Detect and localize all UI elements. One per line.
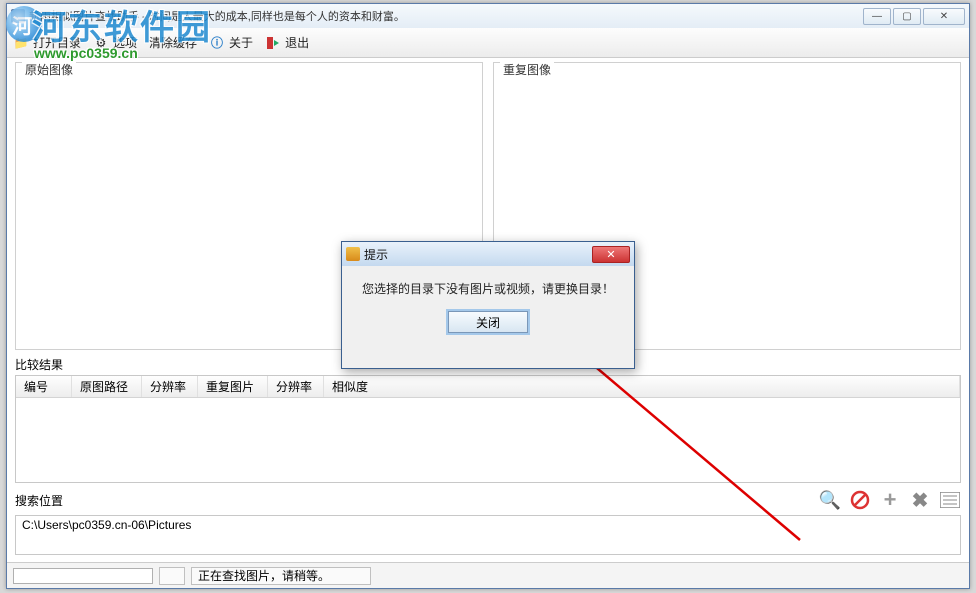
app-icon — [11, 9, 25, 23]
options-button[interactable]: ⚙ 选项 — [93, 34, 137, 51]
dialog-title-text: 提示 — [364, 246, 388, 263]
original-panel-label: 原始图像 — [22, 61, 76, 78]
col-resolution1[interactable]: 分辨率 — [142, 376, 198, 397]
window-title: 新雨相似图片查找助手 - 时间是人最大的成本,同样也是每个人的资本和财富。 — [29, 8, 863, 24]
dialog-icon — [346, 247, 360, 261]
info-icon: ⓘ — [209, 35, 225, 51]
col-index[interactable]: 编号 — [16, 376, 72, 397]
maximize-button[interactable]: ▢ — [893, 8, 921, 25]
progress-bar — [13, 568, 153, 584]
zoom-icon[interactable]: 🔍 — [819, 489, 841, 511]
col-similarity[interactable]: 相似度 — [324, 376, 960, 397]
add-icon[interactable]: + — [879, 489, 901, 511]
forbidden-icon[interactable] — [849, 489, 871, 511]
exit-button[interactable]: 退出 — [265, 34, 309, 51]
dialog-titlebar: 提示 ✕ — [342, 242, 634, 266]
toolbar: 📁 打开目录 ⚙ 选项 清除缓存 ⓘ 关于 退出 — [7, 28, 969, 58]
open-folder-label: 打开目录 — [33, 34, 81, 51]
statusbar: 正在查找图片，请稍等。 — [7, 562, 969, 588]
open-folder-button[interactable]: 📁 打开目录 — [13, 34, 81, 51]
col-resolution2[interactable]: 分辨率 — [268, 376, 324, 397]
results-table[interactable]: 编号 原图路径 分辨率 重复图片 分辨率 相似度 — [15, 375, 961, 483]
col-orig-path[interactable]: 原图路径 — [72, 376, 142, 397]
close-button[interactable]: ✕ — [923, 8, 965, 25]
about-button[interactable]: ⓘ 关于 — [209, 34, 253, 51]
prompt-dialog: 提示 ✕ 您选择的目录下没有图片或视频，请更换目录！ 关闭 — [341, 241, 635, 369]
search-location-label: 搜索位置 — [15, 492, 63, 509]
exit-label: 退出 — [285, 34, 309, 51]
list-icon[interactable] — [939, 489, 961, 511]
dialog-x-button[interactable]: ✕ — [592, 246, 630, 263]
dialog-message: 您选择的目录下没有图片或视频，请更换目录！ — [342, 266, 634, 305]
gear-icon: ⚙ — [93, 35, 109, 51]
col-dup-image[interactable]: 重复图片 — [198, 376, 268, 397]
clear-cache-button[interactable]: 清除缓存 — [149, 34, 197, 51]
status-text: 正在查找图片，请稍等。 — [191, 567, 371, 585]
search-path-item[interactable]: C:\Users\pc0359.cn-06\Pictures — [22, 518, 954, 532]
minimize-button[interactable]: — — [863, 8, 891, 25]
status-cell-1 — [159, 567, 185, 585]
about-label: 关于 — [229, 34, 253, 51]
duplicate-panel-label: 重复图像 — [500, 61, 554, 78]
exit-icon — [265, 35, 281, 51]
dialog-close-button[interactable]: 关闭 — [448, 311, 528, 333]
delete-icon[interactable]: ✖ — [909, 489, 931, 511]
table-header: 编号 原图路径 分辨率 重复图片 分辨率 相似度 — [16, 376, 960, 398]
search-path-list[interactable]: C:\Users\pc0359.cn-06\Pictures — [15, 515, 961, 555]
clear-cache-label: 清除缓存 — [149, 34, 197, 51]
titlebar: 新雨相似图片查找助手 - 时间是人最大的成本,同样也是每个人的资本和财富。 — … — [7, 4, 969, 28]
options-label: 选项 — [113, 34, 137, 51]
folder-icon: 📁 — [13, 35, 29, 51]
